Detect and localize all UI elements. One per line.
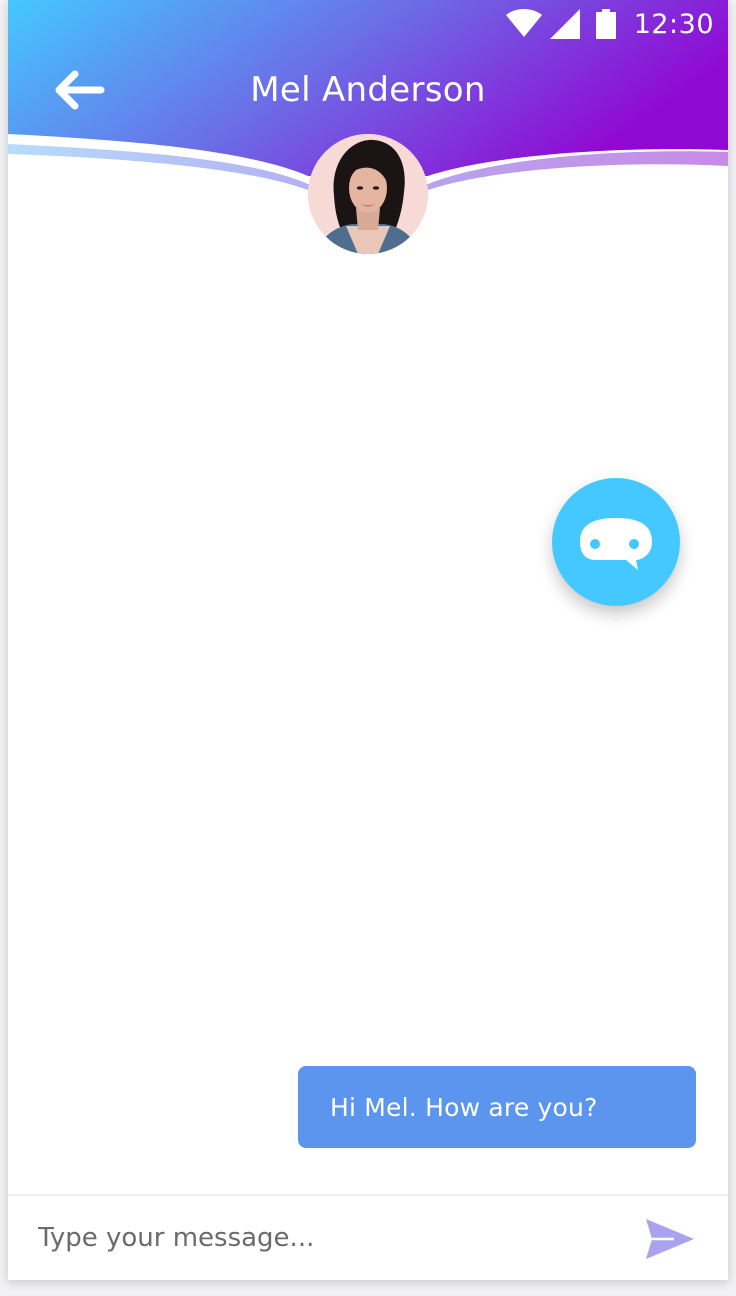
chat-screen: 12:30 Mel Anderson Hi Mel. How are you? … — [8, 0, 728, 1280]
message-text: Hi Mel. How are you? — [330, 1092, 598, 1122]
status-icons: 12:30 — [505, 6, 714, 42]
message-composer — [8, 1194, 728, 1280]
send-button[interactable] — [640, 1212, 700, 1266]
status-bar: 12:30 — [8, 0, 728, 48]
arrow-left-icon — [55, 70, 105, 110]
send-icon — [646, 1219, 694, 1259]
outgoing-message-bubble: Hi Mel. How are you? — [298, 1066, 696, 1148]
back-button[interactable] — [46, 60, 112, 120]
contact-name: Mel Anderson — [250, 70, 486, 110]
battery-icon — [595, 9, 616, 39]
status-clock: 12:30 — [633, 8, 714, 40]
message-input[interactable] — [38, 1210, 618, 1266]
profile-photo — [308, 134, 428, 254]
chat-bot-button[interactable] — [552, 478, 680, 606]
wifi-icon — [505, 9, 542, 37]
chat-bot-icon — [580, 518, 652, 570]
contact-avatar[interactable] — [308, 134, 428, 254]
cell-signal-icon — [549, 9, 580, 39]
